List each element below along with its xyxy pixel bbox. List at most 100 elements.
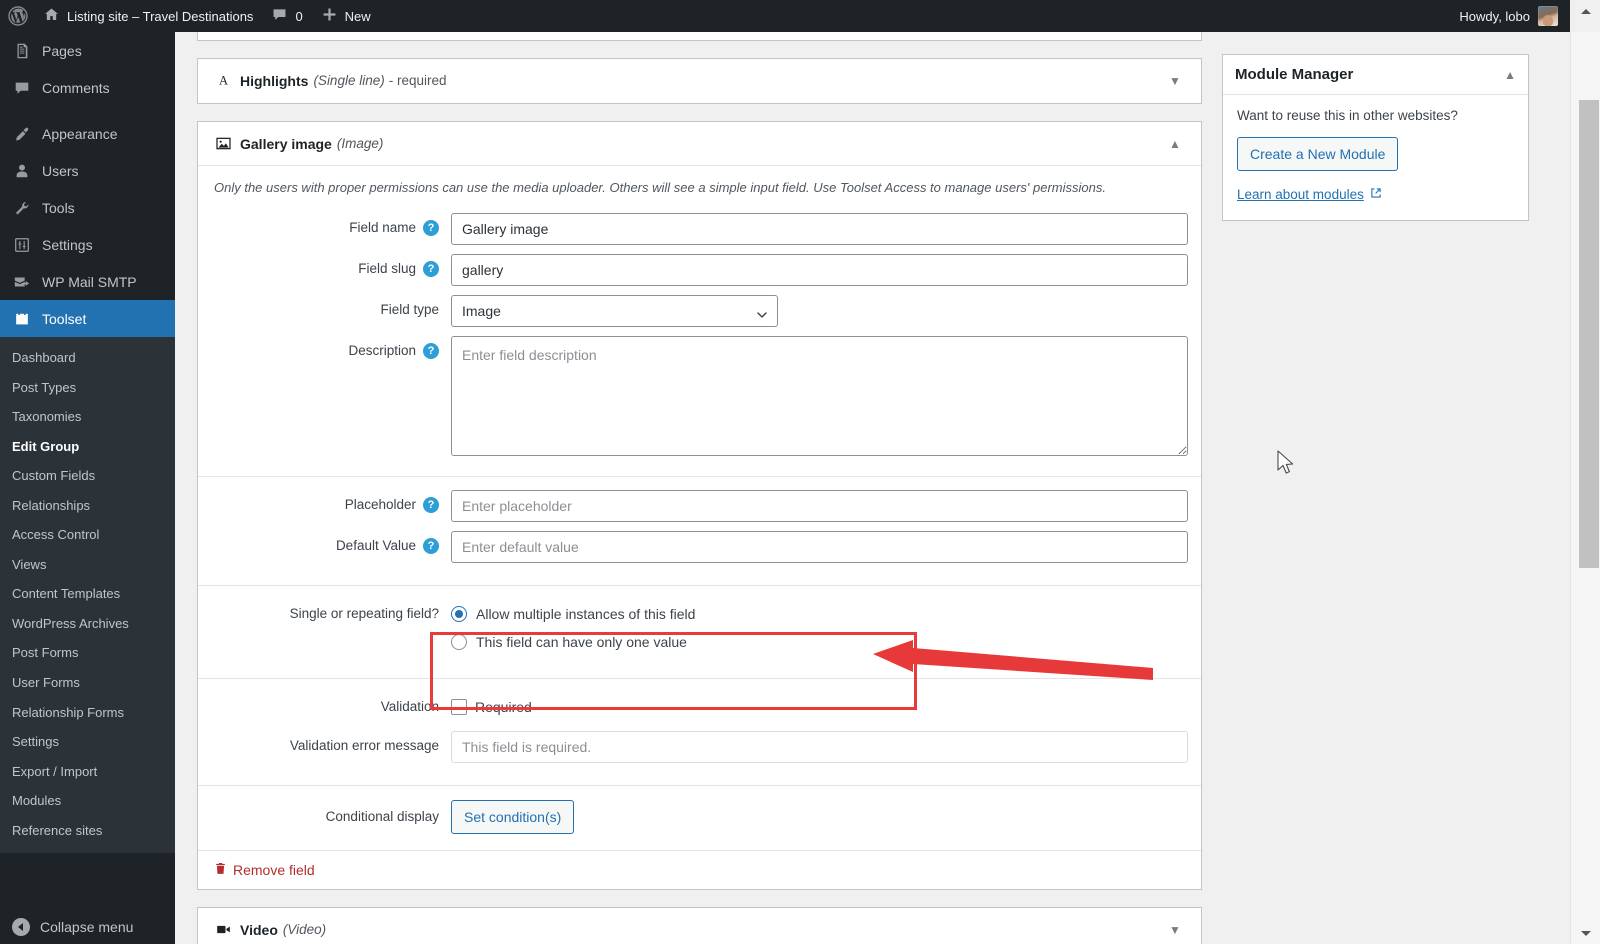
help-icon[interactable]: ?	[423, 497, 439, 513]
scrollbar-thumb[interactable]	[1579, 100, 1599, 568]
submenu-item-relationships[interactable]: Relationships	[0, 491, 175, 521]
submenu-item-access-control[interactable]: Access Control	[0, 520, 175, 550]
field-panel-gallery-image: Gallery image (Image) ▲ Only the users w…	[197, 121, 1202, 890]
new-label: New	[344, 8, 371, 24]
sidebar-item-label: Users	[42, 162, 79, 179]
validation-label: Validation	[380, 699, 439, 714]
settings-sliders-icon	[12, 235, 32, 255]
trash-icon	[214, 862, 227, 878]
field-name-label: Field name	[349, 220, 416, 235]
field-header-video[interactable]: Video (Video) ▼	[198, 908, 1201, 944]
toolset-icon	[12, 309, 32, 329]
submenu-item-edit-group[interactable]: Edit Group	[0, 432, 175, 462]
sidebar-top-group: Pages Comments Appearance Users Tools Se…	[0, 32, 175, 854]
radio-only-one-value[interactable]: This field can have only one value	[451, 628, 1185, 656]
default-value-label-group: Default Value ?	[214, 531, 451, 561]
help-icon[interactable]: ?	[423, 220, 439, 236]
submenu-item-taxonomies[interactable]: Taxonomies	[0, 402, 175, 432]
repeating-options: Allow multiple instances of this field T…	[451, 600, 1185, 656]
sidebar-item-comments[interactable]: Comments	[0, 69, 175, 106]
submenu-item-wordpress-archives[interactable]: WordPress Archives	[0, 609, 175, 639]
submenu-item-modules[interactable]: Modules	[0, 786, 175, 816]
field-name-control	[451, 213, 1188, 245]
submenu-item-reference-sites[interactable]: Reference sites	[0, 816, 175, 846]
svg-text:A: A	[218, 74, 227, 88]
required-checkbox[interactable]	[451, 699, 467, 715]
submenu-item-user-forms[interactable]: User Forms	[0, 668, 175, 698]
field-slug-input[interactable]	[451, 254, 1188, 286]
field-header-highlights[interactable]: A Highlights (Single line) - required ▼	[198, 59, 1201, 103]
scroll-up-arrow-icon[interactable]	[1571, 0, 1600, 22]
learn-about-modules-link[interactable]: Learn about modules	[1237, 187, 1382, 202]
single-line-text-icon: A	[214, 73, 232, 88]
submenu-item-dashboard[interactable]: Dashboard	[0, 343, 175, 373]
collapse-menu-button[interactable]: Collapse menu	[0, 910, 175, 944]
scroll-down-arrow-icon[interactable]	[1571, 922, 1600, 944]
sidebar-item-toolset[interactable]: Toolset	[0, 300, 175, 337]
default-value-input[interactable]	[451, 531, 1188, 563]
new-content-button[interactable]: New	[312, 0, 380, 32]
toolset-submenu: Dashboard Post Types Taxonomies Edit Gro…	[0, 337, 175, 854]
field-header-gallery-image[interactable]: Gallery image (Image) ▲	[198, 122, 1201, 166]
placeholder-input[interactable]	[451, 490, 1188, 522]
submenu-item-content-templates[interactable]: Content Templates	[0, 579, 175, 609]
chevron-up-icon[interactable]: ▲	[1504, 68, 1516, 82]
module-manager-intro: Want to reuse this in other websites?	[1237, 108, 1458, 123]
admin-sidebar-menu: Pages Comments Appearance Users Tools Se…	[0, 32, 175, 944]
fields-column: A Highlights (Single line) - required ▼ …	[197, 32, 1202, 944]
chevron-down-icon[interactable]: ▼	[1165, 924, 1185, 936]
submenu-item-relationship-forms[interactable]: Relationship Forms	[0, 698, 175, 728]
help-icon[interactable]: ?	[423, 343, 439, 359]
description-control	[451, 336, 1188, 459]
validation-error-input[interactable]	[451, 731, 1188, 763]
validation-error-label: Validation error message	[289, 738, 439, 753]
description-textarea[interactable]	[451, 336, 1188, 456]
required-checkbox-row[interactable]: Required	[451, 692, 1185, 722]
comments-bubble-button[interactable]: 0	[262, 0, 311, 32]
radio-allow-multiple[interactable]: Allow multiple instances of this field	[451, 600, 1185, 628]
submenu-item-export-import[interactable]: Export / Import	[0, 757, 175, 787]
submenu-item-post-types[interactable]: Post Types	[0, 373, 175, 403]
field-panel-highlights: A Highlights (Single line) - required ▼	[197, 58, 1202, 104]
field-type-select[interactable]: Image	[451, 295, 778, 327]
field-type-label: Field type	[380, 302, 439, 317]
set-conditions-button[interactable]: Set condition(s)	[451, 800, 575, 834]
required-checkbox-label: Required	[475, 699, 532, 715]
page-vertical-scrollbar[interactable]	[1570, 8, 1600, 944]
radio-only-one-value-input[interactable]	[451, 634, 467, 650]
row-single-or-repeating: Single or repeating field? Allow multipl…	[198, 586, 1201, 670]
site-name-menu[interactable]: Listing site – Travel Destinations	[34, 0, 262, 32]
plus-icon	[321, 6, 338, 26]
radio-allow-multiple-input[interactable]	[451, 606, 467, 622]
submenu-item-views[interactable]: Views	[0, 550, 175, 580]
module-manager-body: Want to reuse this in other websites? Cr…	[1223, 95, 1528, 220]
help-icon[interactable]: ?	[423, 261, 439, 277]
sidebar-item-users[interactable]: Users	[0, 152, 175, 189]
validation-error-label-group: Validation error message	[214, 731, 451, 761]
module-manager-header[interactable]: Module Manager ▲	[1223, 55, 1528, 95]
sidebar-item-appearance[interactable]: Appearance	[0, 115, 175, 152]
chevron-up-icon[interactable]: ▲	[1165, 138, 1185, 150]
sidebar-item-pages[interactable]: Pages	[0, 32, 175, 69]
wordpress-logo-button[interactable]	[0, 0, 34, 32]
sidebar-column: Module Manager ▲ Want to reuse this in o…	[1222, 54, 1529, 221]
sidebar-item-settings[interactable]: Settings	[0, 226, 175, 263]
my-account-menu[interactable]: Howdy, lobo	[1459, 0, 1570, 32]
validation-label-group: Validation	[214, 692, 451, 722]
submenu-item-custom-fields[interactable]: Custom Fields	[0, 461, 175, 491]
submenu-item-post-forms[interactable]: Post Forms	[0, 638, 175, 668]
sidebar-item-wp-mail-smtp[interactable]: WP Mail SMTP	[0, 263, 175, 300]
field-slug-control	[451, 254, 1188, 286]
remove-field-link[interactable]: Remove field	[214, 862, 315, 878]
comments-icon	[12, 78, 32, 98]
external-link-icon	[1370, 187, 1382, 202]
chevron-down-icon[interactable]: ▼	[1165, 75, 1185, 87]
submenu-item-settings[interactable]: Settings	[0, 727, 175, 757]
row-validation: Validation Required	[198, 679, 1201, 731]
users-icon	[12, 161, 32, 181]
sidebar-item-tools[interactable]: Tools	[0, 189, 175, 226]
help-icon[interactable]: ?	[423, 538, 439, 554]
create-new-module-button[interactable]: Create a New Module	[1237, 137, 1399, 171]
field-name-input[interactable]	[451, 213, 1188, 245]
